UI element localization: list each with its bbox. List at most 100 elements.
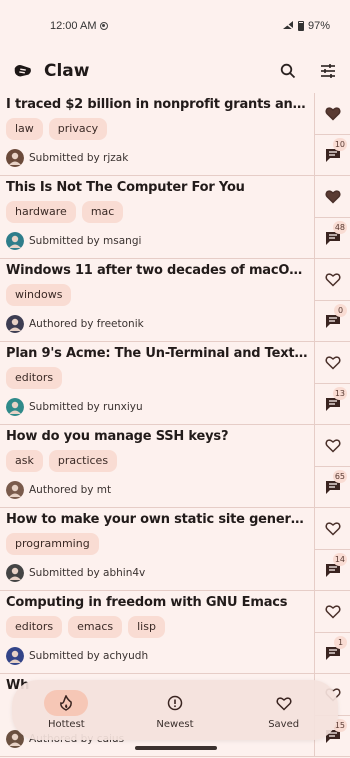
post-row[interactable]: How do you manage SSH keys? ask practices A… — [0, 425, 350, 508]
byline[interactable]: Submitted by abhin4v — [6, 564, 308, 582]
search-icon — [280, 63, 296, 79]
byline[interactable]: Authored by mt — [6, 481, 308, 499]
tag-chip[interactable]: hardware — [6, 201, 76, 223]
status-time: 12:00 AM — [50, 20, 97, 32]
heart-filled-icon — [324, 107, 341, 121]
avatar — [6, 315, 24, 333]
claw-logo-icon — [14, 64, 31, 77]
tag-list: ask practices — [6, 450, 308, 472]
post-main[interactable]: I traced $2 billion in nonprofit grants … — [0, 93, 314, 175]
app-title: Claw — [44, 61, 90, 81]
tag-chip[interactable]: ask — [6, 450, 43, 472]
nav-pill — [262, 690, 306, 716]
comments-button[interactable]: 1 — [315, 633, 350, 673]
post-title[interactable]: Windows 11 after two decades of macOS: o… — [6, 263, 308, 278]
save-button[interactable] — [315, 176, 350, 218]
post-main[interactable]: Plan 9's Acme: The Un-Terminal and Text-… — [0, 342, 314, 424]
comments-button[interactable]: 14 — [315, 550, 350, 590]
heart-outline-icon — [324, 439, 341, 453]
comment-count-badge: 48 — [332, 221, 347, 234]
save-button[interactable] — [315, 425, 350, 467]
signal-icon — [282, 19, 294, 33]
comments-button[interactable]: 0 — [315, 301, 350, 341]
home-indicator — [135, 746, 217, 750]
post-row[interactable]: I traced $2 billion in nonprofit grants … — [0, 93, 350, 176]
post-actions: 13 — [314, 342, 350, 424]
save-button[interactable] — [315, 259, 350, 301]
nav-saved[interactable]: Saved — [239, 690, 329, 730]
byline[interactable]: Authored by freetonik — [6, 315, 308, 333]
search-button[interactable] — [278, 61, 298, 81]
post-row[interactable]: Windows 11 after two decades of macOS: o… — [0, 259, 350, 342]
post-main[interactable]: This Is Not The Computer For You hardware… — [0, 176, 314, 258]
tune-icon — [321, 64, 335, 78]
tag-chip[interactable]: windows — [6, 284, 72, 306]
tag-list: editors — [6, 367, 308, 389]
tag-list: hardware mac — [6, 201, 308, 223]
tag-chip[interactable]: programming — [6, 533, 99, 555]
post-actions: 10 — [314, 93, 350, 175]
post-main[interactable]: Computing in freedom with GNU Emacs edito… — [0, 591, 314, 673]
nav-label: Newest — [156, 719, 194, 730]
post-main[interactable]: How do you manage SSH keys? ask practices A… — [0, 425, 314, 507]
save-button[interactable] — [315, 93, 350, 135]
post-actions: 14 — [314, 508, 350, 590]
post-title[interactable]: Plan 9's Acme: The Un-Terminal and Text-… — [6, 346, 308, 361]
post-main[interactable]: How to make your own static site generat… — [0, 508, 314, 590]
byline[interactable]: Submitted by achyudh — [6, 647, 308, 665]
tag-chip[interactable]: lisp — [128, 616, 165, 638]
status-right: 97% — [282, 19, 330, 33]
nav-pill — [153, 690, 197, 716]
comment-count-badge: 13 — [332, 387, 347, 400]
byline-text: Submitted by rjzak — [29, 152, 129, 164]
tag-chip[interactable]: emacs — [68, 616, 123, 638]
comment-count-badge: 14 — [332, 553, 347, 566]
save-button[interactable] — [315, 342, 350, 384]
nav-hottest[interactable]: Hottest — [21, 690, 111, 730]
heart-outline-icon — [324, 605, 341, 619]
byline[interactable]: Submitted by runxiyu — [6, 398, 308, 416]
flame-icon — [60, 695, 73, 711]
save-button[interactable] — [315, 591, 350, 633]
heart-outline-icon — [276, 696, 292, 711]
avatar — [6, 398, 24, 416]
post-row[interactable]: This Is Not The Computer For You hardware… — [0, 176, 350, 259]
comments-button[interactable]: 10 — [315, 135, 350, 175]
sync-icon — [100, 22, 109, 30]
avatar — [6, 564, 24, 582]
post-row[interactable]: Computing in freedom with GNU Emacs edito… — [0, 591, 350, 674]
post-actions: 65 — [314, 425, 350, 507]
byline[interactable]: Submitted by rjzak — [6, 149, 308, 167]
comments-button[interactable]: 65 — [315, 467, 350, 507]
post-main[interactable]: Windows 11 after two decades of macOS: o… — [0, 259, 314, 341]
post-row[interactable]: Plan 9's Acme: The Un-Terminal and Text-… — [0, 342, 350, 425]
post-title[interactable]: Computing in freedom with GNU Emacs — [6, 595, 308, 610]
filter-button[interactable] — [318, 61, 338, 81]
tag-chip[interactable]: law — [6, 118, 43, 140]
byline-text: Submitted by runxiyu — [29, 401, 143, 413]
byline[interactable]: Submitted by msangi — [6, 232, 308, 250]
comments-button[interactable]: 48 — [315, 218, 350, 258]
post-title[interactable]: I traced $2 billion in nonprofit grants … — [6, 97, 308, 112]
tag-chip[interactable]: mac — [81, 201, 124, 223]
avatar — [6, 647, 24, 665]
nav-newest[interactable]: Newest — [130, 690, 220, 730]
heart-outline-icon — [324, 356, 341, 370]
tag-chip[interactable]: editors — [6, 367, 63, 389]
comments-button[interactable]: 13 — [315, 384, 350, 424]
tag-chip[interactable]: privacy — [48, 118, 108, 140]
tag-list: law privacy — [6, 118, 308, 140]
post-title[interactable]: This Is Not The Computer For You — [6, 180, 308, 195]
save-button[interactable] — [315, 508, 350, 550]
battery-percent: 97% — [307, 20, 330, 32]
nav-pill — [44, 690, 89, 716]
post-title[interactable]: How to make your own static site generat… — [6, 512, 308, 527]
comment-count-badge: 0 — [334, 304, 347, 317]
post-row[interactable]: How to make your own static site generat… — [0, 508, 350, 591]
status-bar: 12:00 AM 97% — [0, 0, 350, 52]
post-title[interactable]: How do you manage SSH keys? — [6, 429, 308, 444]
tag-list: programming — [6, 533, 308, 555]
tag-chip[interactable]: editors — [6, 616, 63, 638]
tag-chip[interactable]: practices — [48, 450, 118, 472]
post-actions: 1 — [314, 591, 350, 673]
